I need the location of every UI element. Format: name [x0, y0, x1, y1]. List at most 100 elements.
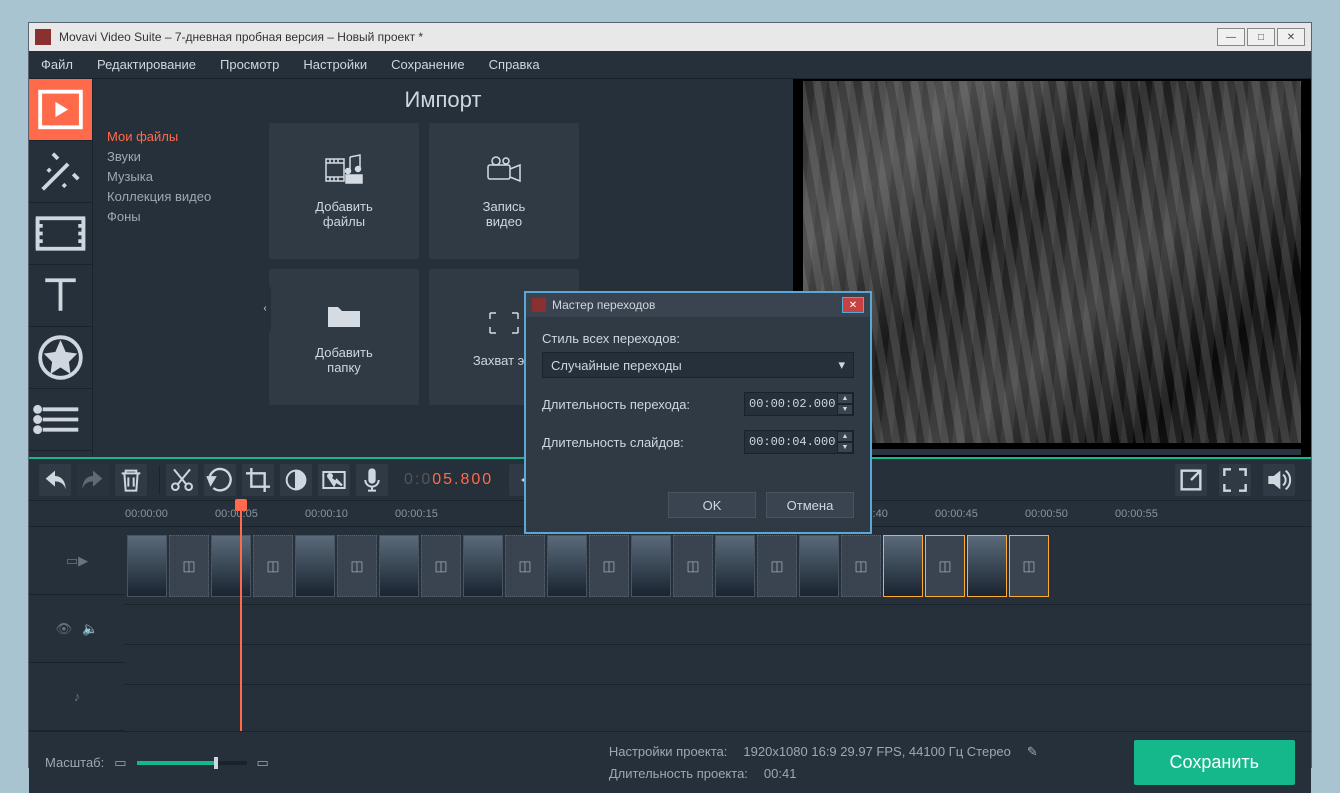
clip-9[interactable]: [799, 535, 839, 597]
transition-9[interactable]: [841, 535, 881, 597]
transition-4[interactable]: [421, 535, 461, 597]
dialog-close-button[interactable]: ✕: [842, 297, 864, 313]
cut-button[interactable]: [166, 464, 198, 496]
clip-10-selected[interactable]: [883, 535, 923, 597]
transition-8[interactable]: [757, 535, 797, 597]
transition-6[interactable]: [589, 535, 629, 597]
transition-style-value: Случайные переходы: [551, 358, 682, 373]
menu-view[interactable]: Просмотр: [220, 57, 279, 72]
transition-style-select[interactable]: Случайные переходы ▾: [542, 352, 854, 378]
import-category-list: Мои файлы Звуки Музыка Коллекция видео Ф…: [93, 117, 263, 457]
menu-save[interactable]: Сохранение: [391, 57, 465, 72]
sidetool-filters[interactable]: [29, 141, 92, 203]
undo-button[interactable]: [39, 464, 71, 496]
sidetool-transitions[interactable]: [29, 203, 92, 265]
dialog-cancel-button[interactable]: Отмена: [766, 492, 854, 518]
menu-edit[interactable]: Редактирование: [97, 57, 196, 72]
timeline: 00:00:00 00:00:05 00:00:10 00:00:15 00:0…: [29, 501, 1311, 731]
spin-down-button[interactable]: ▼: [837, 442, 853, 453]
sidetool-more[interactable]: [29, 389, 92, 451]
collapse-panel-button[interactable]: ‹: [259, 287, 271, 331]
spin-up-button[interactable]: ▲: [837, 431, 853, 442]
tile-add-folder[interactable]: Добавить папку: [269, 269, 419, 405]
import-cat-videocollection[interactable]: Коллекция видео: [107, 187, 249, 207]
redo-button[interactable]: [77, 464, 109, 496]
rotate-button[interactable]: [204, 464, 236, 496]
tile-record-video[interactable]: Запись видео: [429, 123, 579, 259]
record-voice-button[interactable]: [356, 464, 388, 496]
transition-7[interactable]: [673, 535, 713, 597]
clip-7[interactable]: [631, 535, 671, 597]
fullscreen-button[interactable]: [1219, 464, 1251, 496]
ruler-t0: 00:00:00: [125, 508, 215, 520]
save-button[interactable]: Сохранить: [1134, 740, 1295, 785]
slide-duration-input[interactable]: 00:00:04.000 ▲▼: [744, 430, 854, 454]
clip-3[interactable]: [295, 535, 335, 597]
transition-5[interactable]: [505, 535, 545, 597]
detach-preview-button[interactable]: [1175, 464, 1207, 496]
dialog-titlebar[interactable]: Мастер переходов ✕: [526, 293, 870, 317]
window-minimize-button[interactable]: —: [1217, 28, 1245, 46]
clip-11-selected[interactable]: [967, 535, 1007, 597]
import-cat-sounds[interactable]: Звуки: [107, 147, 249, 167]
transition-2[interactable]: [253, 535, 293, 597]
audio-link-track-header[interactable]: 👁🔈: [29, 595, 125, 663]
transition-10-selected[interactable]: [925, 535, 965, 597]
audio-track-row[interactable]: [125, 645, 1311, 685]
linked-audio-track-row[interactable]: [125, 605, 1311, 645]
import-cat-music[interactable]: Музыка: [107, 167, 249, 187]
sidetool-stickers[interactable]: [29, 327, 92, 389]
eye-icon: 👁: [56, 621, 73, 637]
preview-viewport[interactable]: [803, 81, 1301, 443]
folder-icon: [324, 299, 364, 331]
dialog-ok-button[interactable]: OK: [668, 492, 756, 518]
zoom-out-icon[interactable]: ▭: [114, 755, 126, 771]
clip-1[interactable]: [127, 535, 167, 597]
spin-up-button[interactable]: ▲: [837, 393, 853, 404]
transition-3[interactable]: [337, 535, 377, 597]
tracks-content[interactable]: [125, 527, 1311, 731]
video-track-row[interactable]: [125, 527, 1311, 605]
clip-6[interactable]: [547, 535, 587, 597]
transition-duration-value: 00:00:02.000: [749, 397, 849, 411]
audio-track-header[interactable]: ♪: [29, 663, 125, 731]
window-maximize-button[interactable]: □: [1247, 28, 1275, 46]
timeline-playhead[interactable]: [240, 501, 242, 731]
dialog-logo-icon: [532, 298, 546, 312]
ruler-t11: 00:00:55: [1115, 508, 1205, 520]
menu-settings[interactable]: Настройки: [303, 57, 367, 72]
speaker-icon: 🔈: [82, 621, 98, 637]
crop-button[interactable]: [242, 464, 274, 496]
clip-8[interactable]: [715, 535, 755, 597]
project-duration-label: Длительность проекта:: [609, 763, 748, 785]
titlebar: Movavi Video Suite – 7-дневная пробная в…: [29, 23, 1311, 51]
delete-button[interactable]: [115, 464, 147, 496]
preview-seekbar[interactable]: [803, 449, 1301, 455]
transition-duration-input[interactable]: 00:00:02.000 ▲▼: [744, 392, 854, 416]
sidetool-titles[interactable]: [29, 265, 92, 327]
camcorder-icon: [484, 153, 524, 185]
window-close-button[interactable]: ✕: [1277, 28, 1305, 46]
menu-file[interactable]: Файл: [41, 57, 73, 72]
app-window: Movavi Video Suite – 7-дневная пробная в…: [28, 22, 1312, 768]
video-track-header[interactable]: ▭▶: [29, 527, 125, 595]
volume-button[interactable]: [1263, 464, 1295, 496]
menu-help[interactable]: Справка: [489, 57, 540, 72]
zoom-slider[interactable]: [137, 761, 247, 765]
edit-project-settings-icon[interactable]: ✎: [1027, 741, 1038, 763]
transition-wizard-button[interactable]: [318, 464, 350, 496]
clip-5[interactable]: [463, 535, 503, 597]
track-area: ▭▶ 👁🔈 ♪: [29, 527, 1311, 731]
transition-1[interactable]: [169, 535, 209, 597]
sidetool-import[interactable]: [29, 79, 92, 141]
color-adjust-button[interactable]: [280, 464, 312, 496]
tile-add-files[interactable]: Добавить файлы: [269, 123, 419, 259]
clip-2[interactable]: [211, 535, 251, 597]
import-cat-myfiles[interactable]: Мои файлы: [107, 127, 249, 147]
footer: Масштаб: ▭ ▭ Настройки проекта: 1920x108…: [29, 731, 1311, 793]
clip-4[interactable]: [379, 535, 419, 597]
spin-down-button[interactable]: ▼: [837, 404, 853, 415]
transition-11-selected[interactable]: [1009, 535, 1049, 597]
zoom-in-icon[interactable]: ▭: [257, 755, 269, 771]
import-cat-backgrounds[interactable]: Фоны: [107, 207, 249, 227]
